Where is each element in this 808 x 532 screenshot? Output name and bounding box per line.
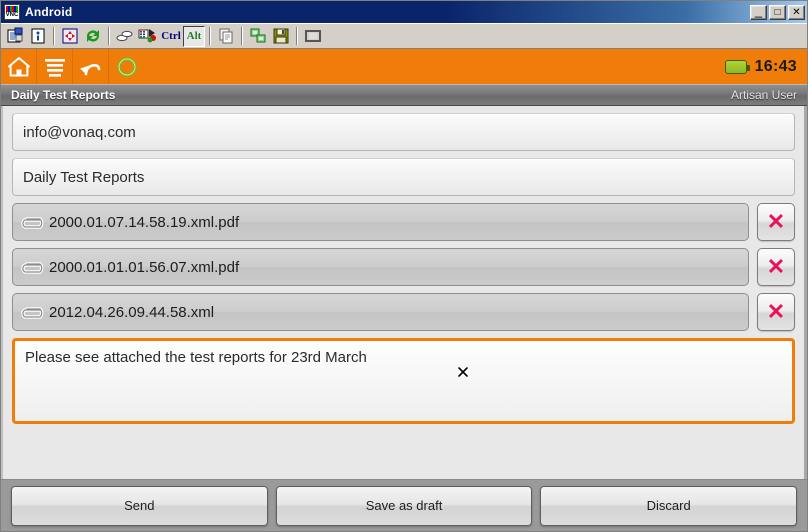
paperclip-icon <box>17 212 45 232</box>
refresh-screen-icon[interactable] <box>82 26 104 47</box>
new-connection-icon[interactable] <box>302 26 324 47</box>
app-action-bar: 16:43 <box>1 49 807 84</box>
attachment-row: 2000.01.01.01.56.07.xml.pdf ✕ <box>12 248 795 286</box>
toolbar-separator <box>209 27 211 45</box>
battery-icon <box>724 59 750 74</box>
home-button[interactable] <box>1 49 37 84</box>
back-arrow-icon <box>79 63 100 75</box>
discard-button[interactable]: Discard <box>540 485 798 526</box>
close-icon: ✕ <box>766 209 786 234</box>
close-button[interactable]: ✕ <box>788 4 805 20</box>
toolbar-separator <box>296 27 298 45</box>
home-icon <box>7 56 30 76</box>
connection-info-icon[interactable] <box>27 26 49 47</box>
maximize-button[interactable]: □ <box>769 4 786 20</box>
alt-key-toggle[interactable]: Alt <box>183 25 205 47</box>
close-icon: ✕ <box>766 254 786 279</box>
attachment-name: 2000.01.07.14.58.19.xml.pdf <box>49 213 240 231</box>
vnc-icon <box>4 4 20 20</box>
toolbar-separator <box>53 27 55 45</box>
toolbar-separator <box>241 27 243 45</box>
paperclip-icon <box>17 302 45 322</box>
compose-form: info@vonaq.com Daily Test Reports 2000.0… <box>1 106 807 479</box>
sync-button[interactable] <box>109 49 145 84</box>
message-body-input[interactable]: Please see attached the test reports for… <box>12 338 795 424</box>
attachment-name: 2012.04.26.09.44.58.xml <box>49 303 215 321</box>
attachment-item[interactable]: 2000.01.01.01.56.07.xml.pdf <box>12 248 749 286</box>
back-button[interactable] <box>73 49 109 84</box>
full-screen-icon[interactable] <box>59 26 81 47</box>
android-screen: 16:43 Daily Test Reports Artisan User in… <box>1 48 807 531</box>
chat-icon[interactable] <box>114 26 136 47</box>
menu-button[interactable] <box>37 49 73 84</box>
window-titlebar: Android _ □ ✕ <box>1 1 807 23</box>
window-controls: _ □ ✕ <box>750 2 805 20</box>
attachment-item[interactable]: 2012.04.26.09.44.58.xml <box>12 293 749 331</box>
save-as-draft-button-label: Save as draft <box>365 498 443 513</box>
subject-input[interactable]: Daily Test Reports <box>12 158 795 196</box>
toolbar-separator <box>108 27 110 45</box>
attachment-row: 2000.01.07.14.58.19.xml.pdf ✕ <box>12 203 795 241</box>
screen-subheader: Daily Test Reports Artisan User <box>1 84 807 106</box>
attachment-name: 2000.01.01.01.56.07.xml.pdf <box>49 258 240 276</box>
save-as-draft-button[interactable]: Save as draft <box>275 485 533 526</box>
recipient-input[interactable]: info@vonaq.com <box>12 113 795 151</box>
save-session-icon[interactable] <box>270 26 292 47</box>
clipboard-icon[interactable] <box>215 26 237 47</box>
attachment-item[interactable]: 2000.01.07.14.58.19.xml.pdf <box>12 203 749 241</box>
current-user-label: Artisan User <box>730 88 797 102</box>
message-body-value: Please see attached the test reports for… <box>25 349 367 366</box>
recipient-value: info@vonaq.com <box>23 123 136 141</box>
form-action-bar: Send Save as draft Discard <box>1 479 807 531</box>
send-button-label: Send <box>124 498 155 513</box>
ctrl-label: Ctrl <box>161 30 181 42</box>
attachment-row: 2012.04.26.09.44.58.xml ✕ <box>12 293 795 331</box>
connection-options-icon[interactable] <box>4 26 26 47</box>
remove-attachment-button[interactable]: ✕ <box>757 248 795 286</box>
alt-label: Alt <box>186 30 202 42</box>
close-icon: ✕ <box>766 299 786 324</box>
remove-attachment-button[interactable]: ✕ <box>757 293 795 331</box>
status-clock: 16:43 <box>754 57 797 75</box>
vnc-viewer-window: Android _ □ ✕ <box>0 0 808 532</box>
maximize-glyph: □ <box>774 6 781 18</box>
sync-ring-icon <box>117 56 137 77</box>
vnc-toolbar: Ctrl Alt <box>1 23 807 48</box>
discard-button-label: Discard <box>646 498 691 513</box>
minimize-glyph: _ <box>754 2 763 18</box>
page-title: Daily Test Reports <box>11 88 116 102</box>
ctrl-key-toggle[interactable]: Ctrl <box>160 26 182 47</box>
minimize-button[interactable]: _ <box>750 2 767 20</box>
remove-attachment-button[interactable]: ✕ <box>757 203 795 241</box>
close-glyph: ✕ <box>792 6 801 18</box>
send-ctrl-alt-del-icon[interactable] <box>137 26 159 47</box>
file-transfer-icon[interactable] <box>247 26 269 47</box>
paperclip-icon <box>17 257 45 277</box>
window-title: Android <box>25 5 73 19</box>
send-button[interactable]: Send <box>11 485 268 526</box>
subject-value: Daily Test Reports <box>23 168 145 186</box>
menu-icon <box>44 58 65 77</box>
